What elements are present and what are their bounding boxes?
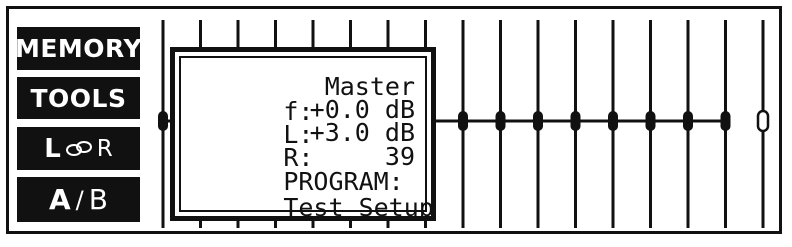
fader-16[interactable]: [720, 20, 731, 228]
fader-knob[interactable]: [720, 111, 731, 131]
status-text: Test Setup: [283, 193, 434, 222]
ab-b-label: B: [88, 183, 108, 216]
ab-compare-button[interactable]: A / B: [17, 177, 140, 222]
fader-knob[interactable]: [683, 111, 693, 131]
fader-knob[interactable]: [608, 111, 618, 131]
ab-a-label: A: [49, 183, 71, 216]
fader-knob[interactable]: [458, 111, 468, 131]
fader-13[interactable]: [608, 20, 618, 228]
fader-14[interactable]: [645, 20, 656, 228]
fader-11[interactable]: [533, 20, 543, 228]
memory-button[interactable]: MEMORY: [14, 27, 143, 70]
fader-12[interactable]: [570, 20, 581, 228]
fader-1[interactable]: [158, 20, 168, 228]
fader-10[interactable]: [495, 20, 506, 228]
fader-15[interactable]: [683, 20, 693, 228]
fader-knob[interactable]: [158, 111, 168, 131]
parameter-popup: f: Master L: +0.0 dB R: +3.0 dB PROGRAM:…: [170, 47, 436, 221]
ab-slash: /: [75, 185, 84, 214]
program-number: 39: [384, 142, 415, 171]
popup-inner-frame: f: Master L: +0.0 dB R: +3.0 dB PROGRAM:…: [179, 56, 434, 220]
fader-knob[interactable]: [495, 111, 506, 131]
fader-knob-selected[interactable]: [756, 109, 770, 133]
link-right-label: R: [96, 135, 113, 162]
tools-button[interactable]: TOOLS: [17, 77, 140, 119]
memory-button-label: MEMORY: [14, 34, 143, 63]
link-icon: [65, 140, 92, 156]
fader-9[interactable]: [458, 20, 468, 228]
link-lr-button[interactable]: L R: [17, 127, 140, 170]
link-left-label: L: [44, 133, 61, 164]
status-row: Test Setup: [193, 170, 434, 245]
fader-knob[interactable]: [645, 111, 656, 131]
fader-17[interactable]: [756, 20, 770, 228]
tools-button-label: TOOLS: [30, 83, 127, 113]
fader-knob[interactable]: [533, 111, 543, 131]
fader-knob[interactable]: [570, 111, 581, 131]
